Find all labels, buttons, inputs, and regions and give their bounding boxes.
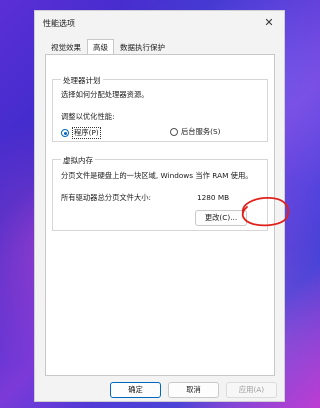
performance-options-dialog: 性能选项 ✕ 视觉效果 高级 数据执行保护 处理器计划 选择如何分配处理器资源。…	[34, 10, 285, 402]
processor-description: 选择如何分配处理器资源。	[61, 90, 149, 99]
tab-strip: 视觉效果 高级 数据执行保护	[45, 39, 171, 55]
title-bar: 性能选项 ✕	[35, 11, 284, 37]
radio-background-services-label: 后台服务(S)	[181, 127, 221, 136]
dialog-title: 性能选项	[43, 19, 75, 28]
radio-programs[interactable]: 程序(P)	[61, 127, 101, 139]
processor-scheduling-title: 处理器计划	[61, 75, 103, 86]
tab-advanced[interactable]: 高级	[87, 39, 114, 55]
tab-visual-effects[interactable]: 视觉效果	[45, 39, 87, 55]
virtual-memory-description: 分页文件是硬盘上的一块区域, Windows 当作 RAM 使用。	[61, 171, 253, 180]
adjust-performance-label: 调整以优化性能:	[61, 112, 115, 121]
virtual-memory-group: 虚拟内存 分页文件是硬盘上的一块区域, Windows 当作 RAM 使用。 所…	[52, 155, 268, 231]
radio-unselected-icon	[170, 128, 178, 136]
close-icon[interactable]: ✕	[262, 16, 276, 30]
radio-selected-icon	[61, 129, 69, 137]
tab-data-execution-prevention[interactable]: 数据执行保护	[114, 39, 171, 55]
cancel-button[interactable]: 取消	[168, 382, 219, 398]
processor-scheduling-group: 处理器计划 选择如何分配处理器资源。 调整以优化性能: 程序(P) 后台服务(S…	[52, 75, 268, 142]
total-paging-size-value: 1280 MB	[197, 193, 230, 202]
total-paging-size-label: 所有驱动器总分页文件大小:	[61, 193, 152, 202]
radio-programs-label: 程序(P)	[72, 127, 101, 139]
ok-button[interactable]: 确定	[110, 382, 161, 398]
radio-background-services[interactable]: 后台服务(S)	[170, 127, 221, 137]
advanced-tab-panel: 处理器计划 选择如何分配处理器资源。 调整以优化性能: 程序(P) 后台服务(S…	[45, 54, 275, 376]
virtual-memory-title: 虚拟内存	[61, 155, 95, 166]
apply-button[interactable]: 应用(A)	[226, 382, 277, 398]
change-button[interactable]: 更改(C)...	[195, 210, 247, 226]
